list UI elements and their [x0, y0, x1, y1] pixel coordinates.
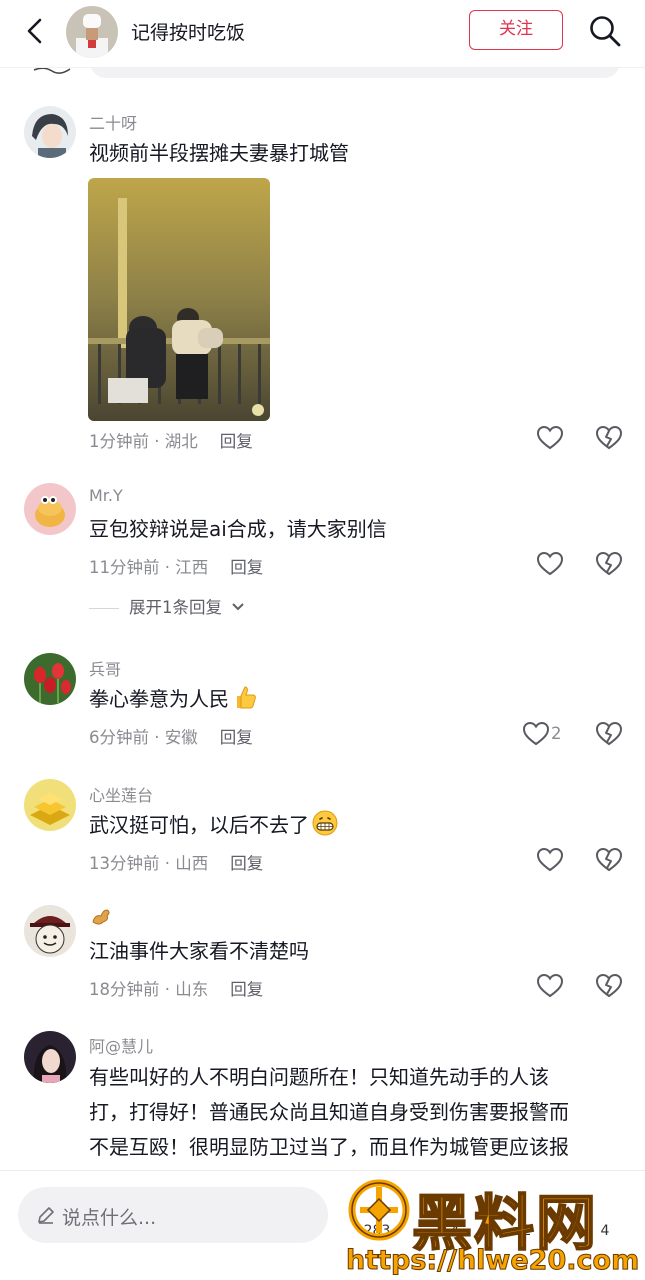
comment-image[interactable]	[88, 178, 270, 421]
expand-replies-button[interactable]: 展开1条回复	[89, 594, 245, 618]
comment-text: 拳心拳意为人民	[89, 682, 619, 717]
reply-button[interactable]: 回复	[220, 728, 253, 747]
like-count: 2	[551, 724, 562, 743]
back-button[interactable]	[18, 14, 52, 48]
comment-text-line: 打，打得好！普通民众尚且知道自身受到伤害要报警而	[89, 1100, 569, 1124]
comment-text: 豆包狡辩说是ai合成，请大家别信	[89, 517, 387, 541]
heart-icon	[522, 721, 550, 746]
comment-meta: 1分钟前 · 湖北 回复	[89, 432, 253, 451]
comment-text: 有些叫好的人不明白问题所在！只知道先动手的人该 打，打得好！普通民众尚且知道自身…	[89, 1060, 619, 1165]
commenter-avatar[interactable]	[24, 483, 76, 535]
commenter-avatar[interactable]	[24, 779, 76, 831]
pencil-icon	[38, 1207, 54, 1224]
reply-button[interactable]: 回复	[230, 558, 263, 577]
watermark-url: https://hlwe20.com	[345, 1245, 640, 1277]
broken-heart-icon	[595, 973, 623, 998]
comment-input[interactable]: 说点什么...	[18, 1187, 328, 1243]
commenter-avatar[interactable]	[24, 653, 76, 705]
comment-text: 江油事件大家看不清楚吗	[89, 939, 309, 963]
commenter-avatar[interactable]	[24, 106, 76, 158]
comment-text-line: 不是互殴！很明显防卫过当了，而且作为城管更应该报	[89, 1135, 569, 1159]
like-button[interactable]	[536, 425, 564, 451]
dislike-button[interactable]	[595, 973, 623, 999]
comment-meta: 13分钟前 · 山西 回复	[89, 854, 264, 873]
commenter-name[interactable]: 心坐莲台	[89, 782, 153, 806]
broken-heart-icon	[595, 425, 623, 450]
commenter-name[interactable]: 阿@慧儿	[89, 1033, 153, 1057]
comment-meta: 11分钟前 · 江西 回复	[89, 558, 264, 577]
site-watermark: 黑料网 https://hlwe20.com	[345, 1175, 641, 1280]
comment-meta: 18分钟前 · 山东 回复	[89, 980, 264, 999]
search-icon	[590, 16, 621, 47]
chevron-left-icon	[27, 18, 42, 44]
ginger-emoji	[92, 909, 110, 925]
reply-button[interactable]: 回复	[230, 854, 263, 873]
dislike-button[interactable]	[595, 425, 623, 451]
dislike-button[interactable]	[595, 551, 623, 577]
author-avatar[interactable]	[66, 6, 118, 58]
chevron-down-icon	[232, 603, 244, 611]
thumbs-up-emoji	[237, 686, 256, 709]
commenter-avatar[interactable]	[24, 1031, 76, 1083]
previous-comment-edge	[0, 68, 645, 82]
heart-icon	[536, 551, 564, 576]
commenter-name[interactable]: 兵哥	[89, 656, 121, 680]
top-nav-bar: 记得按时吃饭 关注	[0, 0, 645, 68]
search-button[interactable]	[586, 12, 624, 50]
dislike-button[interactable]	[595, 847, 623, 873]
watermark-logo-icon	[348, 1179, 410, 1241]
reply-button[interactable]: 回复	[220, 432, 253, 451]
follow-button[interactable]: 关注	[469, 10, 563, 50]
grin-emoji	[312, 810, 338, 836]
like-button[interactable]	[536, 973, 564, 999]
previous-avatar-fragment	[33, 68, 71, 74]
commenter-name[interactable]: Mr.Y	[89, 486, 123, 505]
expand-divider	[89, 608, 119, 609]
like-button[interactable]	[522, 721, 550, 747]
commenter-name[interactable]	[89, 904, 113, 932]
broken-heart-icon	[595, 847, 623, 872]
comment-input-placeholder: 说点什么...	[62, 1207, 157, 1229]
heart-icon	[536, 847, 564, 872]
like-button[interactable]	[536, 847, 564, 873]
heart-icon	[536, 425, 564, 450]
comment-text: 视频前半段摆摊夫妻暴打城管	[89, 141, 349, 165]
like-button[interactable]	[536, 551, 564, 577]
broken-heart-icon	[595, 551, 623, 576]
comment-text: 武汉挺可怕，以后不去了	[89, 808, 619, 843]
author-name[interactable]: 记得按时吃饭	[131, 18, 245, 45]
commenter-avatar[interactable]	[24, 905, 76, 957]
comment-meta: 6分钟前 · 安徽 回复	[89, 728, 253, 747]
reply-button[interactable]: 回复	[230, 980, 263, 999]
broken-heart-icon	[595, 721, 623, 746]
comment-text-line: 有些叫好的人不明白问题所在！只知道先动手的人该	[89, 1065, 549, 1089]
heart-icon	[536, 973, 564, 998]
commenter-name[interactable]: 二十呀	[89, 110, 137, 134]
previous-comment-bubble	[90, 68, 620, 78]
dislike-button[interactable]	[595, 721, 623, 747]
